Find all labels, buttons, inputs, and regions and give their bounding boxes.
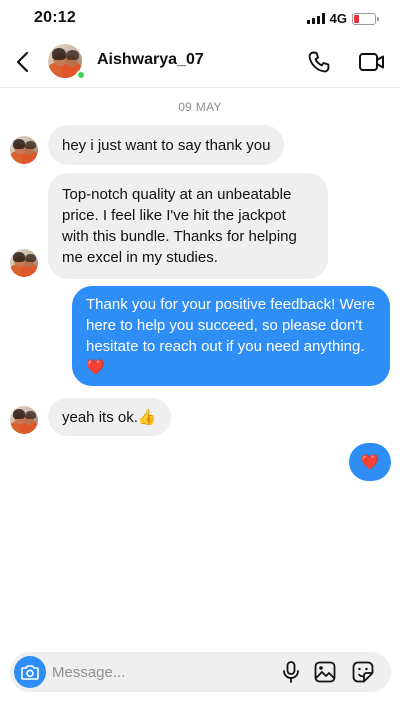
sticker-icon [352,661,374,683]
status-indicators: 4G [306,11,379,26]
camera-icon [21,665,39,680]
heart-reaction-message[interactable]: ❤️ [349,443,391,481]
sender-avatar[interactable] [10,406,38,434]
back-button[interactable] [10,48,34,76]
message-bubble-incoming[interactable]: hey i just want to say thank you [48,125,285,165]
microphone-icon [283,661,299,683]
gallery-button[interactable] [313,660,337,684]
message-bubble-outgoing[interactable]: Thank you for your positive feedback! We… [72,286,390,386]
message-composer [10,652,391,692]
chat-header: Aishwarya_07 [0,36,400,88]
camera-button[interactable] [14,656,46,688]
message-bubble-incoming[interactable]: Top-notch quality at an unbeatable price… [48,173,328,279]
network-type: 4G [329,11,347,26]
contact-username[interactable]: Aishwarya_07 [97,51,204,69]
image-icon [314,661,336,683]
signal-icon [306,13,325,24]
message-input[interactable] [52,652,272,692]
voice-call-button[interactable] [304,47,334,77]
video-camera-icon [359,53,384,71]
message-bubble-incoming[interactable]: yeah its ok.👍 [48,398,171,436]
sender-avatar[interactable] [10,136,38,164]
video-call-button[interactable] [356,47,388,77]
battery-icon [352,12,379,25]
battery-level [354,14,359,23]
status-bar: 20:12 4G [0,0,400,36]
date-separator: 09 MAY [178,100,222,114]
voice-message-button[interactable] [279,660,303,684]
status-time: 20:12 [34,9,76,26]
online-status-dot [76,70,86,80]
heart-icon: ❤️ [360,453,380,471]
sender-avatar[interactable] [10,249,38,277]
sticker-button[interactable] [351,660,375,684]
chevron-left-icon [16,51,29,73]
phone-icon [308,51,330,73]
